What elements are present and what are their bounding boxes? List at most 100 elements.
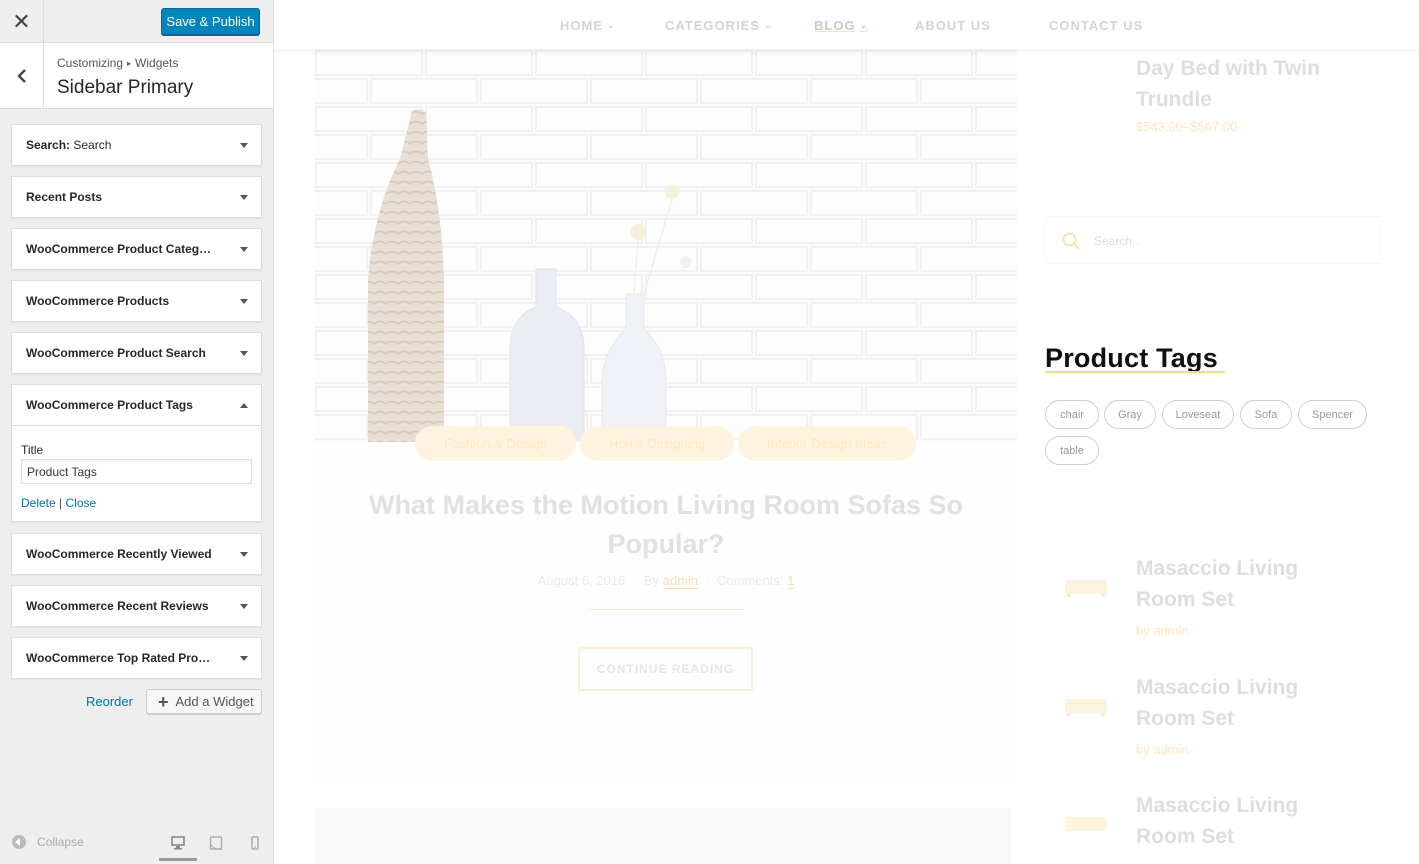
widget-title: WooCommerce Top Rated Products bbox=[26, 651, 216, 665]
chevron-down-icon: ⌄ bbox=[859, 20, 869, 30]
tag-chip[interactable]: table bbox=[1045, 436, 1099, 465]
post-featured-image[interactable] bbox=[314, 49, 1017, 442]
post-author-link[interactable]: admin bbox=[662, 573, 699, 589]
product-thumbnail[interactable] bbox=[1063, 576, 1109, 598]
heading-underline bbox=[1045, 371, 1225, 373]
chevron-down-icon[interactable] bbox=[240, 603, 248, 609]
widget-product-search[interactable]: WooCommerce Product Search bbox=[11, 332, 262, 374]
link-separator: | bbox=[59, 496, 63, 510]
post-category-tag[interactable]: Home Designing bbox=[580, 426, 734, 461]
save-publish-button[interactable]: Save & Publish bbox=[161, 8, 260, 35]
widget-products[interactable]: WooCommerce Products bbox=[11, 280, 262, 322]
chevron-down-icon: ⌄ bbox=[607, 20, 616, 30]
divider bbox=[587, 609, 743, 610]
tag-chip[interactable]: Spencer bbox=[1298, 400, 1367, 429]
nav-home[interactable]: HOME ⌄ bbox=[560, 18, 616, 33]
recent-product-byline: by admin bbox=[1136, 742, 1189, 757]
tag-chip[interactable]: Sofa bbox=[1240, 400, 1292, 429]
vases-illustration bbox=[314, 49, 1017, 442]
chevron-down-icon: ⌄ bbox=[764, 20, 773, 30]
chevron-down-icon[interactable] bbox=[240, 350, 248, 356]
breadcrumb-panel: Widgets bbox=[135, 56, 179, 70]
section-title: Sidebar Primary bbox=[57, 77, 194, 98]
chevron-down-icon[interactable] bbox=[240, 142, 248, 148]
product-title[interactable]: Day Bed with Twin Trundle bbox=[1136, 53, 1366, 115]
post-title[interactable]: What Makes the Motion Living Room Sofas … bbox=[346, 486, 986, 564]
customizer-header: ✕ Save & Publish bbox=[0, 0, 273, 43]
widget-top-rated[interactable]: WooCommerce Top Rated Products bbox=[11, 637, 262, 679]
widget-title: WooCommerce Product Tags bbox=[26, 398, 193, 412]
customizer-panel: ✕ Save & Publish Customizing ▸ Widgets Sid… bbox=[0, 0, 274, 864]
recent-product-byline: by admin bbox=[1136, 623, 1189, 638]
widget-title: WooCommerce Recent Reviews bbox=[26, 599, 209, 613]
widget-recently-viewed[interactable]: WooCommerce Recently Viewed bbox=[11, 533, 262, 575]
tablet-preview-icon[interactable] bbox=[209, 836, 223, 850]
breadcrumb-root: Customizing bbox=[57, 56, 124, 70]
product-thumbnail[interactable] bbox=[1063, 813, 1109, 835]
widget-title: WooCommerce Recently Viewed bbox=[26, 547, 212, 561]
customizer-footer: Collapse bbox=[0, 820, 273, 864]
title-label: Title bbox=[21, 443, 44, 457]
close-link[interactable]: Close bbox=[66, 496, 97, 510]
widget-title: WooCommerce Product Categories bbox=[26, 242, 218, 256]
title-field[interactable] bbox=[21, 459, 252, 484]
chevron-down-icon[interactable] bbox=[240, 551, 248, 557]
back-button[interactable] bbox=[0, 43, 44, 108]
plus-icon: + bbox=[158, 691, 169, 712]
search-widget bbox=[1045, 216, 1382, 264]
product-tags-heading: Product Tags bbox=[1045, 343, 1218, 373]
nav-about-us[interactable]: ABOUT US bbox=[915, 18, 991, 33]
post-category-tag[interactable]: Fashion & Design bbox=[415, 426, 576, 461]
next-post-image[interactable] bbox=[314, 808, 1011, 864]
tag-chip[interactable]: Gray bbox=[1104, 400, 1156, 429]
delete-link[interactable]: Delete bbox=[21, 496, 56, 510]
chevron-up-icon[interactable] bbox=[240, 402, 248, 408]
reorder-link[interactable]: Reorder bbox=[86, 694, 133, 709]
widget-search[interactable]: Search: Search bbox=[11, 124, 262, 166]
breadcrumb-separator: ▸ bbox=[127, 59, 132, 68]
recent-product-title[interactable]: Masaccio Living Room Set bbox=[1136, 790, 1356, 852]
recent-product-title[interactable]: Masaccio Living Room Set bbox=[1136, 553, 1356, 615]
breadcrumb: Customizing ▸ Widgets bbox=[57, 56, 178, 70]
continue-reading-button[interactable]: CONTINUE READING bbox=[578, 647, 753, 691]
chevron-down-icon[interactable] bbox=[240, 246, 248, 252]
collapse-icon bbox=[12, 835, 26, 849]
mobile-preview-icon[interactable] bbox=[248, 836, 262, 850]
chevron-down-icon[interactable] bbox=[240, 655, 248, 661]
add-widget-button[interactable]: + Add a Widget bbox=[146, 689, 262, 714]
chevron-down-icon[interactable] bbox=[240, 298, 248, 304]
widget-form: Title Delete | Close bbox=[12, 425, 261, 521]
chevron-down-icon[interactable] bbox=[240, 194, 248, 200]
post-category-tag[interactable]: Interior Design Ideas bbox=[738, 426, 916, 461]
tag-chip[interactable]: chair bbox=[1045, 400, 1099, 429]
active-device-indicator bbox=[159, 858, 197, 861]
collapse-button[interactable]: Collapse bbox=[12, 835, 84, 849]
widget-recent-posts[interactable]: Recent Posts bbox=[11, 176, 262, 218]
chevron-left-icon bbox=[16, 68, 26, 83]
post-by-label: By bbox=[643, 573, 660, 588]
post-date: August 6, 2016 bbox=[537, 573, 626, 588]
nav-categories[interactable]: CATEGORIES ⌄ bbox=[665, 18, 773, 33]
widget-title: Recent Posts bbox=[26, 190, 103, 204]
nav-blog[interactable]: BLOG ⌄ bbox=[814, 18, 868, 33]
main-navigation: HOME ⌄ CATEGORIES ⌄ BLOG ⌄ ABOUT US CONTACT… bbox=[274, 0, 1419, 49]
section-header: Customizing ▸ Widgets Sidebar Primary bbox=[0, 43, 273, 109]
recent-product-title[interactable]: Masaccio Living Room Set bbox=[1136, 672, 1356, 734]
post-meta: August 6, 2016 · By admin · Comments: 1 bbox=[537, 573, 795, 589]
search-icon[interactable] bbox=[1062, 232, 1080, 250]
widget-recent-reviews[interactable]: WooCommerce Recent Reviews bbox=[11, 585, 262, 627]
widget-title: Search: Search bbox=[26, 138, 112, 152]
product-price: $543.00–$567.00 bbox=[1136, 119, 1238, 134]
widget-title: WooCommerce Product Search bbox=[26, 346, 206, 360]
widget-product-categories[interactable]: WooCommerce Product Categories bbox=[11, 228, 262, 270]
post-comments-label: Comments: bbox=[716, 573, 784, 588]
tag-chip[interactable]: Loveseat bbox=[1162, 400, 1234, 429]
post-comments-count[interactable]: 1 bbox=[787, 573, 795, 589]
nav-contact-us[interactable]: CONTACT US bbox=[1049, 18, 1143, 33]
widget-product-tags[interactable]: WooCommerce Product Tags Title Delete | … bbox=[11, 384, 262, 522]
product-thumbnail[interactable] bbox=[1063, 695, 1109, 717]
search-input[interactable] bbox=[1094, 231, 1364, 251]
close-icon[interactable]: ✕ bbox=[0, 0, 44, 43]
desktop-preview-icon[interactable] bbox=[171, 836, 185, 850]
add-widget-label: Add a Widget bbox=[175, 694, 254, 709]
